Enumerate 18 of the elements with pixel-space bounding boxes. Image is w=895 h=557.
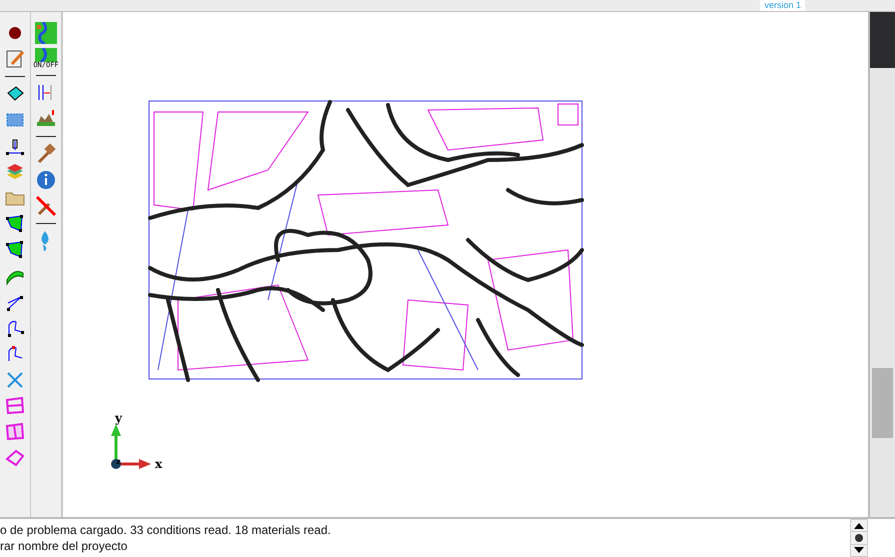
- map-icon[interactable]: [35, 22, 57, 44]
- scrollbar-thumb[interactable]: [872, 368, 893, 438]
- surface-mesh-icon[interactable]: [4, 395, 26, 417]
- surface-icon[interactable]: [4, 213, 26, 235]
- edit-sheet-icon[interactable]: [4, 48, 26, 70]
- info-icon[interactable]: [35, 169, 57, 191]
- scroll-center-button[interactable]: [851, 532, 867, 544]
- scroll-up-button[interactable]: [851, 520, 867, 532]
- version-label: version 1: [760, 0, 805, 11]
- message-line: o de problema cargado. 33 conditions read. 18 materials read.: [0, 522, 332, 538]
- message-line: rar nombre del proyecto: [0, 538, 128, 554]
- gavel-crossed-icon[interactable]: [35, 195, 57, 217]
- surface-divide-icon[interactable]: [4, 421, 26, 443]
- axes-drawing: y z x: [103, 412, 163, 477]
- gavel-icon[interactable]: [35, 143, 57, 165]
- scroll-down-button[interactable]: [851, 544, 867, 556]
- panel-header: [870, 12, 895, 68]
- surface-outline-icon[interactable]: [4, 447, 26, 469]
